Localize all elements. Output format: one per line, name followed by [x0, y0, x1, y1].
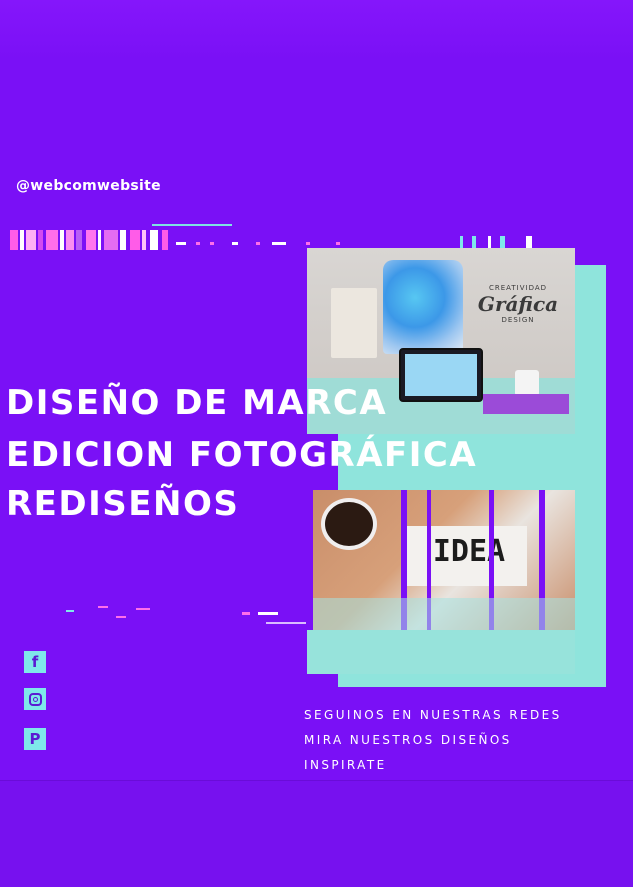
glitch-stripe-bar: [10, 230, 180, 250]
idea-desk-photo: IDEA: [313, 490, 575, 630]
headline-redesigns: REDISEÑOS: [6, 484, 240, 524]
mug-mockup: [515, 370, 539, 396]
bottom-band: [0, 780, 633, 887]
social-handle: @webcomwebsite: [16, 178, 161, 194]
instagram-icon[interactable]: [24, 688, 46, 710]
photo-footer-strip: [307, 630, 575, 674]
notebook-mockup: [483, 394, 569, 414]
glitch-right-marks: [460, 236, 540, 248]
facebook-icon[interactable]: f: [24, 651, 46, 673]
top-band: [0, 0, 633, 60]
glitch-mid-marks: [66, 606, 316, 626]
tshirt-mockup: [383, 260, 463, 354]
tote-bag: [331, 288, 377, 358]
tagline-inspire: INSPIRATE: [304, 758, 387, 772]
tablet-mockup: [399, 348, 483, 402]
pinterest-icon[interactable]: P: [24, 728, 46, 750]
glitch-dash-line: [176, 242, 376, 245]
brand-logo: CREATIVIDAD Gráfica DESIGN: [477, 284, 559, 324]
tagline-follow: SEGUINOS EN NUESTRAS REDES: [304, 708, 562, 722]
headline-brand-design: DISEÑO DE MARCA: [6, 383, 388, 423]
coffee-cup: [321, 498, 377, 550]
headline-photo-editing: EDICION FOTOGRÁFICA: [6, 435, 478, 475]
handle-underline: [152, 224, 232, 226]
tagline-designs: MIRA NUESTROS DISEÑOS: [304, 733, 512, 747]
